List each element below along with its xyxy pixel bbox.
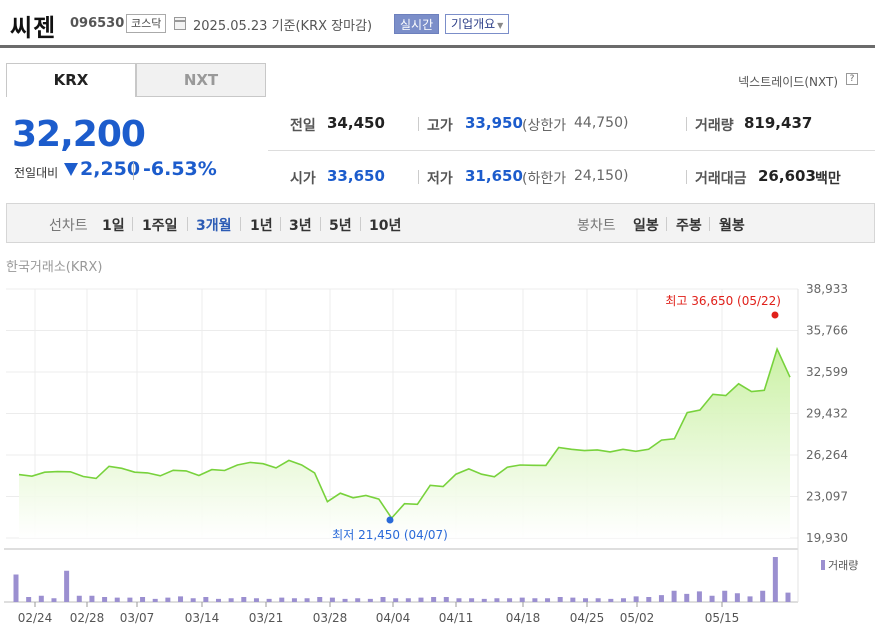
volume-bar (418, 597, 424, 602)
volume-bar (342, 598, 348, 602)
volume-bar (456, 598, 462, 602)
low-annotation: 최저 21,450 (04/07) (332, 528, 448, 542)
volume-bar (152, 598, 158, 602)
price-chart[interactable]: 38,933 35,766 32,599 29,432 26,264 23,097 19,9… (0, 0, 875, 642)
volume-bar (785, 592, 791, 602)
x-tick-label: 04/25 (570, 611, 605, 625)
volume-bar (595, 598, 601, 602)
volume-bar (405, 598, 411, 602)
volume-bar (709, 595, 715, 602)
x-tick-label: 03/14 (185, 611, 220, 625)
volume-bar (89, 595, 95, 602)
volume-bar (317, 597, 323, 602)
volume-bar (431, 597, 437, 602)
volume-bar (393, 598, 399, 602)
volume-bar (241, 597, 247, 602)
x-tick-label: 03/07 (120, 611, 155, 625)
y-tick-label: 23,097 (806, 490, 848, 504)
volume-bar (380, 597, 386, 602)
y-tick-label: 32,599 (806, 365, 848, 379)
volume-bar (722, 590, 728, 602)
x-tick-label: 02/28 (70, 611, 105, 625)
x-tick-label: 05/02 (620, 611, 655, 625)
y-tick-label: 38,933 (806, 282, 848, 296)
volume-bar (228, 598, 234, 602)
volume-bar (215, 598, 221, 602)
volume-bar (583, 598, 589, 602)
volume-bar (304, 598, 310, 602)
volume-bar (570, 597, 576, 602)
volume-bar (545, 598, 551, 602)
volume-bar (696, 591, 702, 602)
volume-bar (127, 597, 133, 602)
volume-bar (13, 574, 19, 602)
volume-bar (494, 598, 500, 602)
volume-bar (734, 593, 740, 602)
price-area (19, 349, 790, 538)
volume-bar (633, 596, 639, 602)
volume-bar (557, 597, 563, 602)
low-marker (386, 516, 394, 524)
volume-bar (279, 597, 285, 602)
volume-bar (38, 595, 44, 602)
volume-bar (26, 597, 32, 602)
high-annotation: 최고 36,650 (05/22) (665, 294, 781, 308)
x-tick-label: 04/18 (506, 611, 541, 625)
volume-legend-label: 거래량 (828, 559, 858, 572)
volume-bar (190, 598, 196, 602)
y-tick-label: 35,766 (806, 324, 848, 338)
x-tick-label: 04/11 (439, 611, 474, 625)
volume-bar (747, 596, 753, 602)
volume-bar (64, 570, 70, 602)
volume-bar (671, 590, 677, 602)
x-tick-label: 04/04 (376, 611, 411, 625)
volume-bar (266, 598, 272, 602)
volume-bar (140, 597, 146, 602)
y-tick-label: 19,930 (806, 531, 848, 545)
volume-bar (760, 590, 766, 602)
volume-bar (291, 598, 297, 602)
volume-bar (608, 598, 614, 602)
high-marker (771, 311, 779, 319)
x-tick-label: 02/24 (18, 611, 53, 625)
volume-bar (165, 597, 171, 602)
volume-bar (507, 598, 513, 602)
volume-bar (367, 598, 373, 602)
volume-bar (532, 598, 538, 602)
volume-bar (443, 597, 449, 602)
x-tick-label: 05/15 (705, 611, 740, 625)
volume-bar (658, 595, 664, 602)
volume-bar (519, 597, 525, 602)
volume-bar (646, 597, 652, 602)
volume-bar (620, 598, 626, 602)
volume-bar (178, 596, 184, 602)
volume-bar (203, 597, 209, 602)
volume-bar (469, 598, 475, 602)
volume-bar (329, 597, 335, 602)
volume-bar (114, 597, 120, 602)
volume-bar (355, 598, 361, 602)
volume-legend-swatch (821, 560, 825, 570)
volume-bar (51, 598, 57, 602)
y-tick-label: 26,264 (806, 448, 848, 462)
volume-bar (76, 595, 82, 602)
y-tick-label: 29,432 (806, 407, 848, 421)
volume-bar (772, 557, 778, 602)
x-tick-label: 03/21 (249, 611, 284, 625)
volume-bar (481, 598, 487, 602)
volume-bar (684, 593, 690, 602)
volume-bar (253, 598, 259, 602)
volume-bar (102, 597, 108, 602)
x-tick-label: 03/28 (313, 611, 348, 625)
